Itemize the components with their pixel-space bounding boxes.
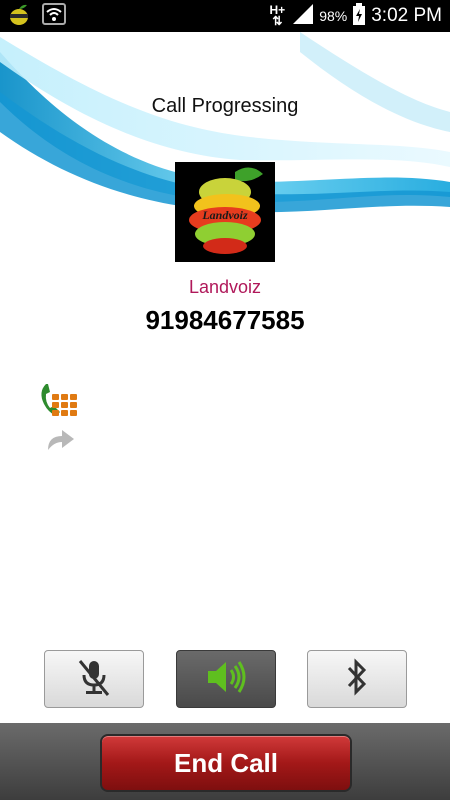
contact-name: Landvoiz (188, 277, 262, 297)
network-type-indicator: H+ ⇅ (269, 3, 286, 28)
mute-button[interactable] (44, 650, 144, 708)
speaker-button[interactable] (176, 650, 276, 708)
battery-percent: 98% (319, 8, 348, 24)
photo-logo-text: Landvoiz (201, 208, 248, 222)
end-call-button[interactable]: End Call (100, 734, 352, 792)
page-title: Call Progressing (151, 95, 299, 117)
contact-photo: Landvoiz (175, 162, 275, 262)
battery-charging-icon (353, 2, 366, 30)
speaker-icon (204, 657, 248, 702)
side-actions (36, 380, 86, 455)
bluetooth-icon (342, 657, 372, 702)
forward-icon[interactable] (44, 426, 76, 457)
wifi-icon (42, 2, 66, 30)
dialpad-icon[interactable] (36, 380, 80, 427)
status-bar: H+ ⇅ 98% 3:02 PM (0, 0, 450, 32)
signal-icon (291, 3, 314, 29)
app-fruit-icon (8, 2, 30, 31)
mic-muted-icon (74, 657, 114, 702)
phone-number: 91984677585 (145, 305, 305, 335)
status-time: 3:02 PM (371, 5, 442, 26)
bluetooth-button[interactable] (307, 650, 407, 708)
